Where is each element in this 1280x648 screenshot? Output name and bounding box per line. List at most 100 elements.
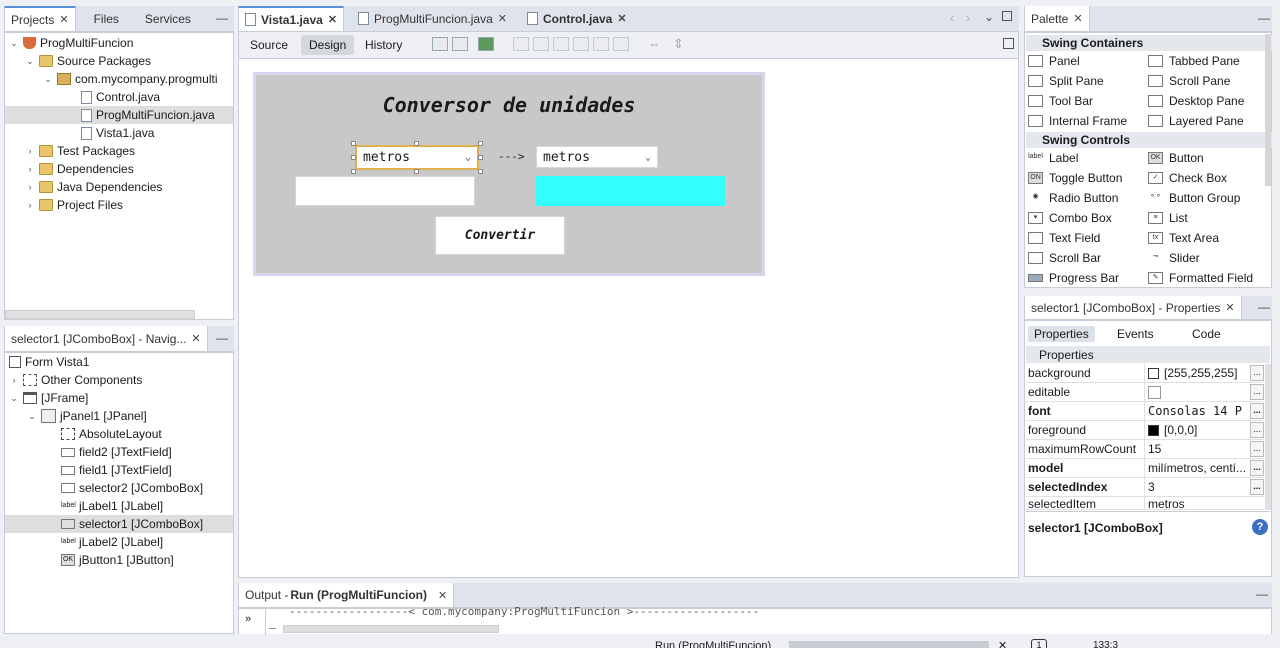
editable-checkbox[interactable] [1148, 385, 1161, 399]
output-scrollbar[interactable] [283, 625, 499, 633]
selector1-combo[interactable]: metros ⌄ [355, 145, 479, 170]
close-icon[interactable]: ✕ [59, 13, 68, 26]
help-icon[interactable]: ? [1252, 519, 1268, 535]
minimize-icon[interactable]: — [216, 11, 228, 25]
nav-item-form[interactable]: Form Vista1 [9, 353, 89, 371]
chevron-right-icon[interactable]: › [25, 146, 35, 156]
chevron-left-icon[interactable]: ‹ [950, 11, 954, 25]
properties-section-header[interactable]: Properties [1026, 346, 1270, 363]
resize-handle[interactable] [351, 155, 356, 160]
ellipsis-button[interactable]: ... [1250, 403, 1264, 419]
palette-button-group-item[interactable]: ⚬⚬ Button Group [1148, 189, 1240, 207]
minimize-icon[interactable]: — [216, 331, 228, 345]
nav-item-selector2[interactable]: selector2 [JComboBox] [61, 479, 203, 497]
resize-handle[interactable] [351, 169, 356, 174]
prop-maximumrowcount[interactable]: maximumRowCount 15... [1026, 440, 1264, 459]
nav-item-field2[interactable]: field2 [JTextField] [61, 443, 172, 461]
prop-selecteditem[interactable]: selectedItem metros [1026, 497, 1264, 510]
events-tab[interactable]: Events [1117, 327, 1154, 341]
grid-icon[interactable] [1003, 38, 1014, 49]
palette-split-pane-item[interactable]: Split Pane [1028, 72, 1104, 90]
source-mode-button[interactable]: Source [250, 38, 288, 52]
properties-tab[interactable]: Properties [1028, 326, 1095, 342]
palette-label-item[interactable]: label Label [1028, 149, 1078, 167]
history-mode-button[interactable]: History [365, 38, 402, 52]
close-icon[interactable]: ✕ [328, 13, 337, 26]
minimize-icon[interactable]: — [1258, 11, 1270, 25]
ellipsis-button[interactable]: ... [1250, 460, 1264, 476]
convertir-button[interactable]: Convertir [435, 216, 565, 255]
chevron-down-icon[interactable]: ⌄ [9, 393, 19, 404]
chevron-down-icon[interactable]: ⌄ [27, 411, 37, 422]
center-vertical-icon[interactable] [613, 37, 629, 51]
resize-handle[interactable] [478, 169, 483, 174]
tree-item-java-dependencies[interactable]: › Java Dependencies [25, 178, 163, 196]
maximize-icon[interactable] [1002, 11, 1012, 21]
resize-handle[interactable] [351, 141, 356, 146]
chevron-down-icon[interactable]: ⌄ [984, 10, 994, 24]
align-bottom-icon[interactable] [593, 37, 609, 51]
resize-handle[interactable] [414, 141, 419, 146]
palette-progress-bar-item[interactable]: Progress Bar [1028, 269, 1119, 287]
palette-panel-item[interactable]: Panel [1028, 52, 1080, 70]
status-run-label[interactable]: Run (ProgMultiFuncion) [655, 640, 771, 648]
align-right-icon[interactable] [533, 37, 549, 51]
vertical-resize-icon[interactable]: ⇕ [673, 36, 684, 52]
chevron-right-icon[interactable]: › [25, 164, 35, 174]
chevron-right-icon[interactable]: › [25, 200, 35, 210]
ellipsis-button[interactable]: ... [1250, 422, 1264, 438]
palette-combo-box-item[interactable]: ▾ Combo Box [1028, 209, 1112, 227]
align-top-icon[interactable] [573, 37, 589, 51]
tree-item-project[interactable]: ⌄ ProgMultiFuncion [9, 34, 133, 52]
palette-toggle-button-item[interactable]: ON Toggle Button [1028, 169, 1122, 187]
palette-scrollbar[interactable] [1265, 34, 1271, 186]
center-horizontal-icon[interactable] [553, 37, 569, 51]
jpanel1-form[interactable]: Conversor de unidades metros ⌄ ---> metro… [253, 72, 765, 276]
horizontal-resize-icon[interactable]: ⇔ [648, 36, 661, 51]
tree-item-dependencies[interactable]: › Dependencies [25, 160, 134, 178]
nav-item-jframe[interactable]: ⌄ [JFrame] [9, 389, 88, 407]
tab-files[interactable]: Files [76, 6, 125, 31]
prop-background[interactable]: background [255,255,255]... [1026, 364, 1264, 383]
ellipsis-button[interactable]: ... [1250, 441, 1264, 457]
palette-scroll-pane-item[interactable]: Scroll Pane [1148, 72, 1230, 90]
prop-model[interactable]: model milímetros, centí...... [1026, 459, 1264, 478]
tab-progmultifuncion-java[interactable]: ProgMultiFuncion.java ✕ [344, 6, 513, 31]
ellipsis-button[interactable]: ... [1250, 365, 1264, 381]
jlabel2-arrow[interactable]: ---> [498, 150, 525, 163]
tree-item-progmultifuncion-java[interactable]: ProgMultiFuncion.java [5, 106, 233, 124]
chevron-right-icon[interactable]: › [25, 182, 35, 192]
tree-item-vista1-java[interactable]: Vista1.java [81, 124, 154, 142]
design-mode-button[interactable]: Design [301, 35, 355, 55]
palette-internal-frame-item[interactable]: Internal Frame [1028, 112, 1127, 130]
nav-item-other-components[interactable]: › Other Components [9, 371, 143, 389]
resize-handle[interactable] [478, 141, 483, 146]
tree-item-source-packages[interactable]: ⌄ Source Packages [25, 52, 151, 70]
preview-design-icon[interactable] [478, 37, 494, 51]
selector2-combo[interactable]: metros ⌄ [536, 146, 658, 168]
nav-item-jpanel1[interactable]: ⌄ jPanel1 [JPanel] [27, 407, 147, 425]
tab-services[interactable]: Services [125, 6, 197, 31]
nav-item-jbutton1[interactable]: OK jButton1 [JButton] [61, 551, 174, 569]
nav-item-absolutelayout[interactable]: AbsoluteLayout [61, 425, 162, 443]
minimize-icon[interactable]: — [1258, 300, 1270, 314]
nav-item-field1[interactable]: field1 [JTextField] [61, 461, 172, 479]
palette-desktop-pane-item[interactable]: Desktop Pane [1148, 92, 1244, 110]
properties-scrollbar[interactable] [1265, 364, 1271, 510]
close-icon[interactable]: ✕ [1225, 301, 1234, 314]
ellipsis-button[interactable]: ... [1250, 479, 1264, 495]
tree-item-package[interactable]: ⌄ com.mycompany.progmulti [43, 70, 217, 88]
prop-foreground[interactable]: foreground [0,0,0]... [1026, 421, 1264, 440]
chevron-right-icon[interactable]: › [966, 11, 970, 25]
nav-item-jlabel1[interactable]: label jLabel1 [JLabel] [61, 497, 163, 515]
nav-item-selector1[interactable]: selector1 [JComboBox] [5, 515, 233, 533]
close-icon[interactable]: ✕ [191, 332, 200, 345]
palette-tabbed-pane-item[interactable]: Tabbed Pane [1148, 52, 1240, 70]
resize-handle[interactable] [478, 155, 483, 160]
resize-handle[interactable] [414, 169, 419, 174]
tab-vista1-java[interactable]: Vista1.java ✕ [238, 6, 345, 31]
palette-check-box-item[interactable]: ✓ Check Box [1148, 169, 1227, 187]
chevron-down-icon[interactable]: ⌄ [43, 74, 53, 85]
prop-font[interactable]: font Consolas 14 P... [1026, 402, 1264, 421]
tab-navigator[interactable]: selector1 [JComboBox] - Navig... ✕ [4, 326, 208, 351]
